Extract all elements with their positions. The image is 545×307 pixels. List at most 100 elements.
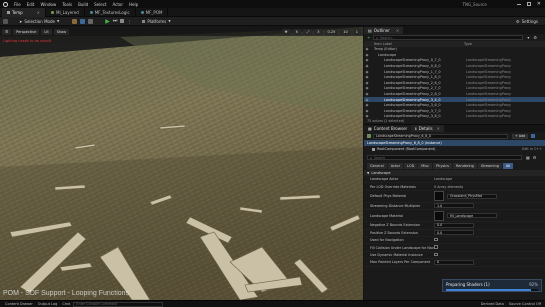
property-checkbox[interactable] xyxy=(434,252,438,257)
search-placeholder: Search... xyxy=(380,35,395,40)
menu-edit[interactable]: Edit xyxy=(27,2,35,7)
derived-data-button[interactable]: Derived Data xyxy=(481,302,504,306)
property-checkbox[interactable] xyxy=(434,237,438,242)
gear-icon[interactable]: ⚙ xyxy=(533,155,537,160)
tab-details[interactable]: ℹ Details ✕ xyxy=(411,125,444,132)
scale-snap-value[interactable]: 10 xyxy=(340,28,351,35)
translate-tool-icon[interactable]: ✥ xyxy=(281,28,291,35)
category-tab[interactable]: All xyxy=(502,162,514,169)
stop-icon[interactable] xyxy=(120,19,125,23)
details-search-input[interactable]: ⌕ Search xyxy=(367,155,522,160)
step-icon[interactable]: ⏭ xyxy=(113,18,118,24)
tab-mf-textureslogic[interactable]: MF_TexturesLogic xyxy=(85,7,136,17)
maximize-icon[interactable] xyxy=(526,2,531,6)
asset-picker[interactable]: MI_Landscape xyxy=(447,213,497,219)
blueprint-icon[interactable] xyxy=(80,18,86,24)
menu-select[interactable]: Select xyxy=(94,2,106,7)
property-value: 0 Array elements xyxy=(434,184,464,189)
show-button[interactable]: Show xyxy=(53,28,70,35)
menu-file[interactable]: File xyxy=(14,2,21,7)
tab-close-icon[interactable]: ✕ xyxy=(37,10,40,15)
rotation-snap-value[interactable]: 0.25 xyxy=(324,28,339,35)
root-component-row[interactable]: RootComponent (RootComponent) Edit in C+… xyxy=(364,146,545,152)
tab-close-icon[interactable]: ✕ xyxy=(396,28,399,33)
source-control-button[interactable]: Source Control Off xyxy=(509,302,541,306)
shader-progress-label: Preparing Shaders (1) xyxy=(446,281,490,287)
menu-tools[interactable]: Tools xyxy=(62,2,72,7)
unreal-logo-icon[interactable] xyxy=(3,1,8,7)
content-icon[interactable] xyxy=(72,18,78,24)
minimize-icon[interactable] xyxy=(516,3,521,5)
tab-label: MF_POM xyxy=(145,9,163,15)
close-icon[interactable]: ✕ xyxy=(537,1,541,7)
cinematics-icon[interactable] xyxy=(88,18,94,24)
property-value-field[interactable]: 0.0 xyxy=(434,230,474,236)
menu-actor[interactable]: Actor xyxy=(112,2,123,7)
tab-content-browser[interactable]: ▦ Content Browser xyxy=(364,125,412,132)
actor-name-field[interactable]: LandscapeStreamingProxy_6_8_0 xyxy=(373,133,508,139)
property-value-cell: 0.0 xyxy=(434,222,545,228)
category-tab[interactable]: Rendering xyxy=(453,162,477,169)
property-name: Fill Collision Under Landscape for Navme… xyxy=(370,245,434,250)
menu-help[interactable]: Help xyxy=(129,2,138,7)
menu-window[interactable]: Window xyxy=(40,2,56,7)
content-drawer-button[interactable]: Content Drawer xyxy=(5,302,33,306)
details-search-placeholder: Search xyxy=(373,155,386,160)
platforms-dropdown[interactable]: Platforms ▼ xyxy=(139,18,173,25)
outliner-row-label: Landscape xyxy=(378,52,397,57)
play-icon[interactable]: ▶ xyxy=(105,18,110,25)
property-value-cell: Landscape xyxy=(434,177,545,181)
landscape-scene[interactable] xyxy=(0,27,363,300)
tab-close-icon[interactable]: ✕ xyxy=(437,126,440,131)
category-tab[interactable]: Streaming xyxy=(477,162,502,169)
menu-build[interactable]: Build xyxy=(78,2,88,7)
grid-snap-value[interactable]: 3 xyxy=(314,28,323,35)
category-tab[interactable]: Misc xyxy=(418,162,433,169)
outliner-row-type: LandscapeStreamingProxy xyxy=(466,69,512,74)
tab-mi-layered[interactable]: MI_Layered xyxy=(46,7,85,17)
outliner-row-label: LandscapeStreamingProxy_0_7_0 xyxy=(384,58,441,63)
tab-mf-pom[interactable]: MF_POM xyxy=(136,7,169,17)
shader-progress-toast: Preparing Shaders (1) 92% xyxy=(442,279,542,292)
asset-picker[interactable]: Grassland_PhysMat xyxy=(447,193,497,199)
console-input[interactable]: Enter Console Command xyxy=(73,301,164,307)
blueprint-icon[interactable] xyxy=(531,134,536,138)
gear-icon[interactable]: ⚙ xyxy=(533,35,537,40)
add-icon[interactable]: + xyxy=(367,35,370,40)
lit-button[interactable]: Lit xyxy=(41,28,52,35)
filter-icon[interactable]: ▾ xyxy=(527,35,529,40)
tab-temp[interactable]: Temp ✕ xyxy=(2,7,47,17)
tab-outliner[interactable]: ▤ Outliner ✕ xyxy=(364,27,404,34)
property-value-field[interactable]: 0.0 xyxy=(434,222,474,228)
scale-tool-icon[interactable]: ⤢ xyxy=(303,28,313,35)
category-tab[interactable]: LOD xyxy=(404,162,418,169)
more-options-icon[interactable]: ⋮ xyxy=(127,19,131,24)
asset-thumbnail[interactable] xyxy=(434,191,444,202)
edit-in-cpp-link[interactable]: Edit in C++ xyxy=(522,147,542,151)
category-tab[interactable]: Physics xyxy=(433,162,452,169)
asset-thumbnail[interactable] xyxy=(434,210,444,221)
outliner-search-input[interactable]: ⌕ Search... xyxy=(373,35,524,40)
selection-mode-dropdown[interactable]: ➤ Selection Mode ▼ xyxy=(16,18,62,25)
perspective-button[interactable]: Perspective xyxy=(13,28,40,35)
outliner-list: ◉ Temp (Editor) ◉ Landscape ◉ LandscapeStream… xyxy=(364,47,545,120)
camera-speed-value[interactable]: 1 xyxy=(352,28,361,35)
outliner-row-type: LandscapeStreamingProxy xyxy=(466,97,512,102)
rotate-tool-icon[interactable]: ↻ xyxy=(292,28,302,35)
col-type[interactable]: Type xyxy=(464,42,472,46)
property-checkbox[interactable] xyxy=(434,245,438,249)
level-viewport[interactable]: ☰ Perspective Lit Show ✥ ↻ ⤢ 3 0.25 10 1… xyxy=(0,27,363,300)
col-item-label[interactable]: Item Label xyxy=(374,42,464,46)
category-tab[interactable]: General xyxy=(367,162,387,169)
property-value-field[interactable]: 0 xyxy=(434,259,474,265)
category-tab[interactable]: Actor xyxy=(387,162,404,169)
cmd-dropdown[interactable]: Cmd xyxy=(62,302,70,306)
property-value-field[interactable]: 1.0 xyxy=(434,203,474,209)
output-log-button[interactable]: Output Log xyxy=(38,302,58,306)
add-component-button[interactable]: + Add xyxy=(512,133,529,139)
viewport-options-button[interactable]: ☰ xyxy=(2,28,12,35)
settings-button[interactable]: ⚙ Settings xyxy=(513,18,541,25)
save-icon[interactable] xyxy=(3,18,8,24)
grid-view-icon[interactable]: ▦ xyxy=(526,155,530,160)
outliner-row-label: LandscapeStreamingProxy_1_8_0 xyxy=(384,75,441,80)
